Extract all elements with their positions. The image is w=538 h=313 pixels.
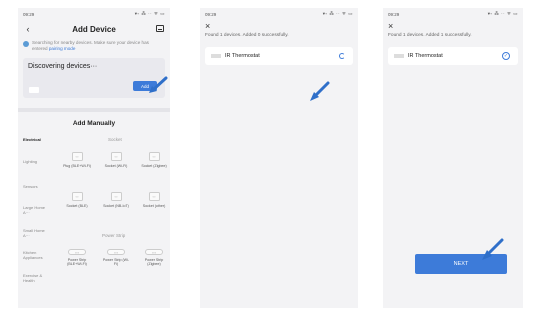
device-label: Socket (Zigbee) [141, 164, 167, 168]
category-sensors[interactable]: Sensors [23, 184, 38, 189]
loading-spinner-icon [339, 53, 345, 59]
status-icons: ▾▫ ⁂ ·· ᯤ ▭ [487, 11, 518, 16]
device-label: Plug (BLE+Wi-Fi) [63, 164, 91, 168]
plug-icon: ▫▫ [71, 152, 83, 161]
device-name: IR Thermostat [225, 53, 260, 59]
search-hint: Searching for nearby devices. Make sure … [18, 38, 170, 54]
device-card[interactable]: IR Thermostat [205, 47, 353, 65]
status-time: 09:29 [205, 11, 217, 17]
device-tile[interactable]: ▫▫ Plug (BLE+Wi-Fi) [63, 152, 91, 168]
device-category-grid: Electrical Lighting Sensors Large Home A… [18, 137, 170, 307]
device-label: Power Strip (BLE+Wi-Fi) [67, 258, 87, 267]
add-device-screen: 09:29 ▾▫ ⁂ ·· ᯤ ▭ ‹ Add Device Searching… [18, 8, 170, 308]
device-label: Socket (NB-IoT) [103, 204, 129, 208]
status-bar: 09:29 ▾▫ ⁂ ·· ᯤ ▭ [383, 8, 523, 20]
device-label: Socket (BLE) [66, 204, 88, 208]
status-bar: 09:29 ▾▫ ⁂ ·· ᯤ ▭ [18, 8, 170, 20]
device-tile[interactable]: ▫▫▫ Power Strip (BLE+Wi-Fi) [63, 249, 91, 266]
device-card[interactable]: IR Thermostat ✓ [388, 47, 518, 65]
device-tile[interactable]: ▫▫▫ Power Strip (Wi-Fi) [102, 249, 130, 266]
scan-icon [155, 25, 164, 32]
pairing-mode-link[interactable]: pairing mode [49, 46, 76, 51]
category-lighting[interactable]: Lighting [23, 159, 37, 164]
pointer-arrow-icon [149, 76, 168, 93]
device-tile[interactable]: ▫▫ Socket (BLE) [63, 192, 91, 208]
power-strip-section-header: Power Strip [102, 233, 126, 238]
found-status-text: Found 1 devices. Added 0 successfully. [205, 33, 289, 38]
category-electrical[interactable]: Electrical [23, 137, 41, 142]
device-tile[interactable]: ▫▫ Socket (Wi-Fi) [102, 152, 130, 168]
power-strip-icon: ▫▫▫ [68, 249, 86, 255]
status-bar: 09:29 ▾▫ ⁂ ·· ᯤ ▭ [200, 8, 358, 20]
back-icon[interactable]: ‹ [23, 24, 33, 34]
socket-icon: ▫▫ [110, 152, 122, 161]
page-title: Add Device [72, 24, 116, 34]
device-thumbnail [211, 54, 221, 58]
device-name: IR Thermostat [408, 53, 443, 59]
close-icon[interactable]: × [383, 20, 523, 33]
category-large-home[interactable]: Large Home A··· [23, 205, 45, 215]
discovering-card: Discovering devices··· Add [23, 58, 168, 98]
device-added-screen: 09:29 ▾▫ ⁂ ·· ᯤ ▭ × Found 1 devices. Add… [383, 8, 523, 308]
category-kitchen[interactable]: Kitchen Appliances [23, 250, 47, 260]
check-icon: ✓ [502, 52, 510, 60]
found-devices-screen: 09:29 ▾▫ ⁂ ·· ᯤ ▭ × Found 1 devices. Add… [200, 8, 358, 308]
hint-text-wrap: Searching for nearby devices. Make sure … [32, 40, 165, 52]
bluetooth-icon [23, 41, 29, 47]
category-exercise[interactable]: Exercise & Health [23, 273, 47, 283]
device-tile[interactable]: ▫▫ Socket (other) [140, 192, 168, 208]
discovering-label: Discovering devices··· [28, 63, 98, 70]
scan-button[interactable] [155, 24, 165, 34]
socket-section-header: Socket [108, 137, 122, 142]
device-label: Socket (other) [142, 204, 166, 208]
status-icons: ▾▫ ⁂ ·· ᯤ ▭ [322, 11, 353, 16]
device-label: Socket (Wi-Fi) [104, 164, 128, 168]
power-strip-icon: ▫▫▫ [107, 249, 125, 255]
device-tile[interactable]: ▫▫ Socket (Zigbee) [140, 152, 168, 168]
status-time: 09:29 [388, 11, 400, 17]
category-small-home[interactable]: Small Home A··· [23, 228, 45, 238]
header: ‹ Add Device [18, 20, 170, 38]
device-thumbnail [29, 87, 39, 93]
socket-icon: ▫▫ [148, 192, 160, 201]
pointer-arrow-icon [482, 238, 504, 260]
device-tile[interactable]: ▫▫ Socket (NB-IoT) [102, 192, 130, 208]
socket-icon: ▫▫ [71, 192, 83, 201]
found-status-text: Found 1 devices. Added 1 successfully. [388, 33, 472, 38]
close-icon[interactable]: × [200, 20, 358, 33]
status-icons: ▾▫ ⁂ ·· ᯤ ▭ [134, 11, 165, 16]
status-time: 09:29 [23, 11, 35, 17]
socket-icon: ▫▫ [148, 152, 160, 161]
device-thumbnail [394, 54, 404, 58]
device-label: Power Strip (Wi-Fi) [102, 258, 130, 267]
socket-icon: ▫▫ [110, 192, 122, 201]
power-strip-icon: ▫▫▫ [145, 249, 163, 255]
add-manually-title: Add Manually [72, 120, 116, 127]
device-label: Power Strip (Zigbee) [144, 258, 164, 267]
pointer-arrow-icon [310, 81, 330, 101]
device-tile[interactable]: ▫▫▫ Power Strip (Zigbee) [140, 249, 168, 266]
